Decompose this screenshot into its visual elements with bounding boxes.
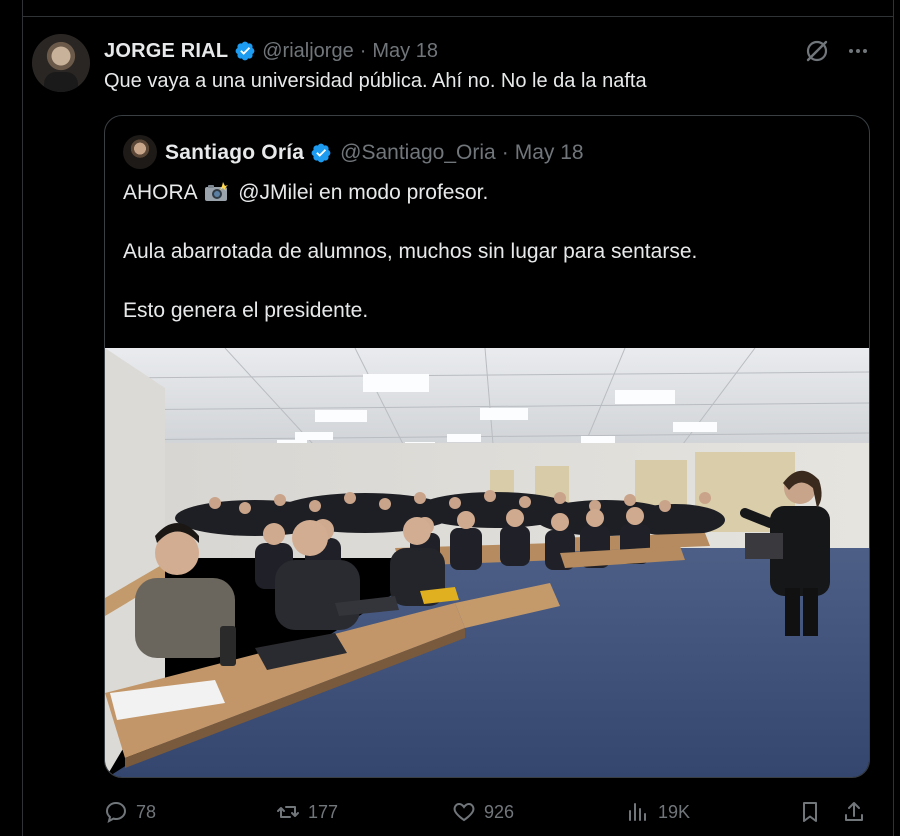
share-button[interactable] <box>842 797 874 827</box>
quoted-tweet[interactable]: Santiago Oría @Santiago_Oria · May 18 AH… <box>104 115 870 778</box>
quoted-author-handle[interactable]: @Santiago_Oria <box>340 141 496 165</box>
mention-jmilei-link[interactable]: @JMilei en modo profesor. <box>238 181 488 204</box>
quoted-author-name[interactable]: Santiago Oría <box>165 141 304 165</box>
grok-icon[interactable] <box>804 38 830 64</box>
repost-icon <box>277 806 299 818</box>
share-icon <box>845 802 863 821</box>
like-icon <box>453 802 475 822</box>
tweet-header: JORGE RIAL @rialjorge · May 18 <box>104 38 438 64</box>
bookmark-icon <box>803 802 817 822</box>
more-options-icon[interactable] <box>846 38 870 64</box>
quoted-author-avatar[interactable] <box>123 135 157 169</box>
quoted-line1-prefix: AHORA <box>123 181 197 204</box>
quoted-tweet-header: Santiago Oría @Santiago_Oria · May 18 <box>165 138 584 168</box>
author-name[interactable]: JORGE RIAL <box>104 40 228 63</box>
author-handle[interactable]: @rialjorge <box>262 40 353 63</box>
quoted-line3: Esto genera el presidente. <box>123 299 369 322</box>
quoted-line2: Aula abarrotada de alumnos, muchos sin l… <box>123 240 698 263</box>
bookmark-button[interactable] <box>798 797 830 827</box>
separator-dot: · <box>359 39 367 62</box>
camera-flash-emoji-icon <box>205 182 229 201</box>
divider <box>22 16 894 17</box>
timeline-left-border <box>22 0 23 836</box>
tweet-text: Que vaya a una universidad pública. Ahí … <box>104 70 647 92</box>
separator-dot: · <box>501 141 509 164</box>
reply-count: 78 <box>136 801 157 822</box>
repost-button[interactable]: 177 <box>276 797 338 827</box>
reply-button[interactable]: 78 <box>104 797 156 827</box>
tweet-date[interactable]: May 18 <box>372 40 438 63</box>
quoted-tweet-date[interactable]: May 18 <box>515 141 584 165</box>
classroom-photo[interactable] <box>105 348 870 778</box>
views-count: 19K <box>658 801 691 822</box>
like-button[interactable]: 926 <box>452 797 514 827</box>
timeline-right-border <box>893 0 894 836</box>
verified-badge-icon[interactable] <box>234 40 256 62</box>
reply-icon <box>105 801 127 823</box>
repost-count: 177 <box>308 801 339 822</box>
views-button[interactable]: 19K <box>626 797 690 827</box>
like-count: 926 <box>484 801 515 822</box>
quoted-tweet-text: AHORA @JMilei en modo profesor. Aula aba… <box>123 178 853 326</box>
verified-badge-icon[interactable] <box>310 142 332 164</box>
author-avatar[interactable] <box>32 34 90 92</box>
views-icon <box>629 803 646 821</box>
tweet-actions-bar: 78 177 926 19K <box>104 797 874 827</box>
